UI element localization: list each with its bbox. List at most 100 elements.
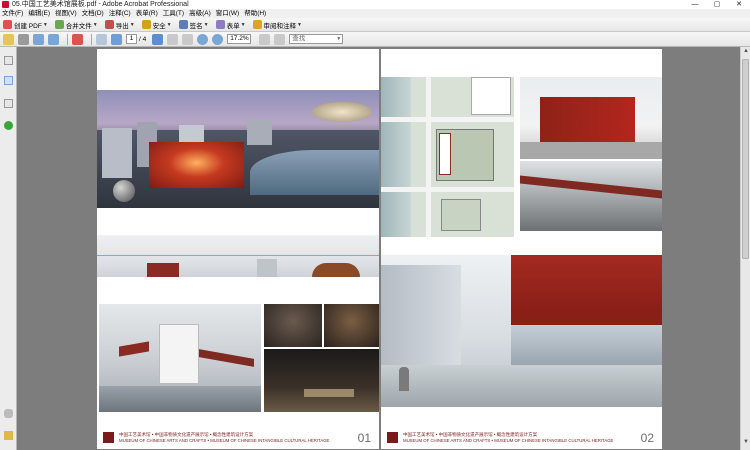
river <box>250 150 379 195</box>
perspective-render <box>381 255 662 407</box>
road <box>381 117 514 122</box>
scroll-up-icon[interactable]: ▲ <box>742 48 750 54</box>
export-button[interactable]: 导出 ▼ <box>104 19 135 31</box>
canal <box>381 77 411 237</box>
open-folder-icon[interactable] <box>3 33 14 45</box>
red-bridge <box>199 349 254 367</box>
fit-page-icon[interactable] <box>259 33 271 45</box>
combine-files-button[interactable]: 合并文件 ▼ <box>54 19 98 31</box>
search-placeholder: 查找 <box>292 35 306 42</box>
vertical-scrollbar[interactable]: ▲ ▼ <box>740 47 750 450</box>
elevation-drawing <box>97 235 379 277</box>
next-page-icon[interactable] <box>111 33 122 45</box>
chevron-down-icon: ▼ <box>42 21 48 28</box>
create-pdf-button[interactable]: 创建 PDF ▼ <box>3 19 48 31</box>
comments-icon[interactable] <box>4 431 13 440</box>
pages-icon[interactable] <box>4 56 13 65</box>
chevron-down-icon: ▼ <box>129 21 135 28</box>
select-tool-icon[interactable] <box>152 33 164 45</box>
combine-icon <box>54 20 64 29</box>
email-icon[interactable] <box>48 33 59 45</box>
save-icon[interactable] <box>33 33 44 45</box>
marquee-zoom-icon[interactable] <box>182 33 194 45</box>
menu-tools[interactable]: 工具(T) <box>163 9 184 18</box>
aerial-night-render <box>97 90 379 208</box>
menu-edit[interactable]: 编辑(E) <box>28 9 50 18</box>
fit-width-icon[interactable] <box>274 33 286 45</box>
page-2-caption: 中国工艺美术馆 • 中国非物质文化遗产展示馆 • 概念性建筑设计方案 MUSEU… <box>381 416 662 449</box>
chevron-down-icon: ▼ <box>92 21 98 28</box>
sign-button[interactable]: 签名 ▼ <box>178 19 209 31</box>
menu-view[interactable]: 视图(V) <box>55 9 77 18</box>
site-block <box>441 199 481 231</box>
gallery-interior-2 <box>324 304 379 347</box>
menu-forms[interactable]: 表单(R) <box>136 9 158 18</box>
bookmarks-icon[interactable] <box>4 76 13 85</box>
legend-table <box>471 77 511 115</box>
search-input[interactable]: 查找 ▼ <box>289 34 344 44</box>
signatures-icon[interactable] <box>4 99 13 108</box>
title-bar: 05.中国工艺美术馆展板.pdf - Adobe Acrobat Profess… <box>0 0 750 9</box>
elevation-curve <box>97 255 379 258</box>
stadium <box>312 102 372 122</box>
menu-document[interactable]: 文档(D) <box>82 9 104 18</box>
road <box>426 77 431 237</box>
white-strip <box>97 208 379 234</box>
previous-page-icon[interactable] <box>96 33 107 45</box>
secure-button[interactable]: 安全 ▼ <box>141 19 172 31</box>
acrobat-icon[interactable] <box>72 33 83 45</box>
acrobat-app-icon <box>2 1 9 8</box>
menu-comments[interactable]: 注释(C) <box>109 9 131 18</box>
maximize-button[interactable]: ▢ <box>706 0 728 9</box>
zoom-in-icon[interactable] <box>212 33 224 45</box>
chevron-down-icon: ▼ <box>240 21 246 28</box>
menu-help[interactable]: 帮助(H) <box>244 9 266 18</box>
elevation-tower <box>257 259 277 277</box>
create-pdf-icon <box>3 20 12 29</box>
forms-button[interactable]: 表单 ▼ <box>215 19 246 31</box>
red-museum-building <box>149 142 244 188</box>
plaza-pool <box>381 365 662 407</box>
scroll-down-icon[interactable]: ▼ <box>742 439 750 445</box>
building <box>102 128 132 178</box>
pen-icon <box>178 20 188 29</box>
zoom-out-icon[interactable] <box>197 33 209 45</box>
pdf-page-1: 中国工艺美术馆 • 中国非物质文化遗产展示馆 • 概念性建筑设计方案 MUSEU… <box>97 49 379 449</box>
minimize-button[interactable]: — <box>684 0 706 9</box>
site-plan <box>381 77 514 237</box>
page-number-input[interactable]: 1 <box>126 34 137 44</box>
red-facade <box>540 97 635 142</box>
menu-advanced[interactable]: 高级(A) <box>189 9 211 18</box>
chevron-down-icon: ▼ <box>166 21 172 28</box>
hand-tool-icon[interactable] <box>167 33 179 45</box>
building <box>247 120 272 145</box>
museum-footprint <box>439 133 451 175</box>
review-comment-button[interactable]: 审阅和注释 ▼ <box>252 19 302 31</box>
sphere-structure <box>113 180 135 202</box>
export-icon <box>104 20 114 29</box>
navigation-panel <box>0 47 17 450</box>
zoom-level-select[interactable]: 17.2% <box>227 34 252 44</box>
scrollbar-thumb[interactable] <box>742 59 749 259</box>
menu-window[interactable]: 窗口(W) <box>216 9 239 18</box>
help-icon[interactable] <box>4 121 13 130</box>
caption-logo <box>387 432 398 443</box>
close-button[interactable]: ✕ <box>728 0 750 9</box>
page-number: 02 <box>640 431 654 445</box>
form-icon <box>215 20 225 29</box>
plaza <box>520 142 662 159</box>
menu-file[interactable]: 文件(F) <box>2 9 23 18</box>
window-title: 05.中国工艺美术馆展板.pdf - Adobe Acrobat Profess… <box>12 1 189 8</box>
toolbar-separator <box>91 33 92 45</box>
caption-en: MUSEUM OF CHINESE ARTS AND CRAFTS • MUSE… <box>119 438 330 443</box>
caption-en: MUSEUM OF CHINESE ARTS AND CRAFTS • MUSE… <box>403 438 614 443</box>
comment-icon <box>252 20 262 29</box>
print-icon[interactable] <box>18 33 29 45</box>
atrium-boxes <box>159 324 199 384</box>
attachments-icon[interactable] <box>4 409 13 418</box>
chevron-down-icon: ▼ <box>203 21 209 28</box>
caption-logo <box>103 432 114 443</box>
elevation-red-building <box>147 263 179 277</box>
exterior-day-render <box>520 77 662 159</box>
atrium-floor <box>99 386 261 412</box>
